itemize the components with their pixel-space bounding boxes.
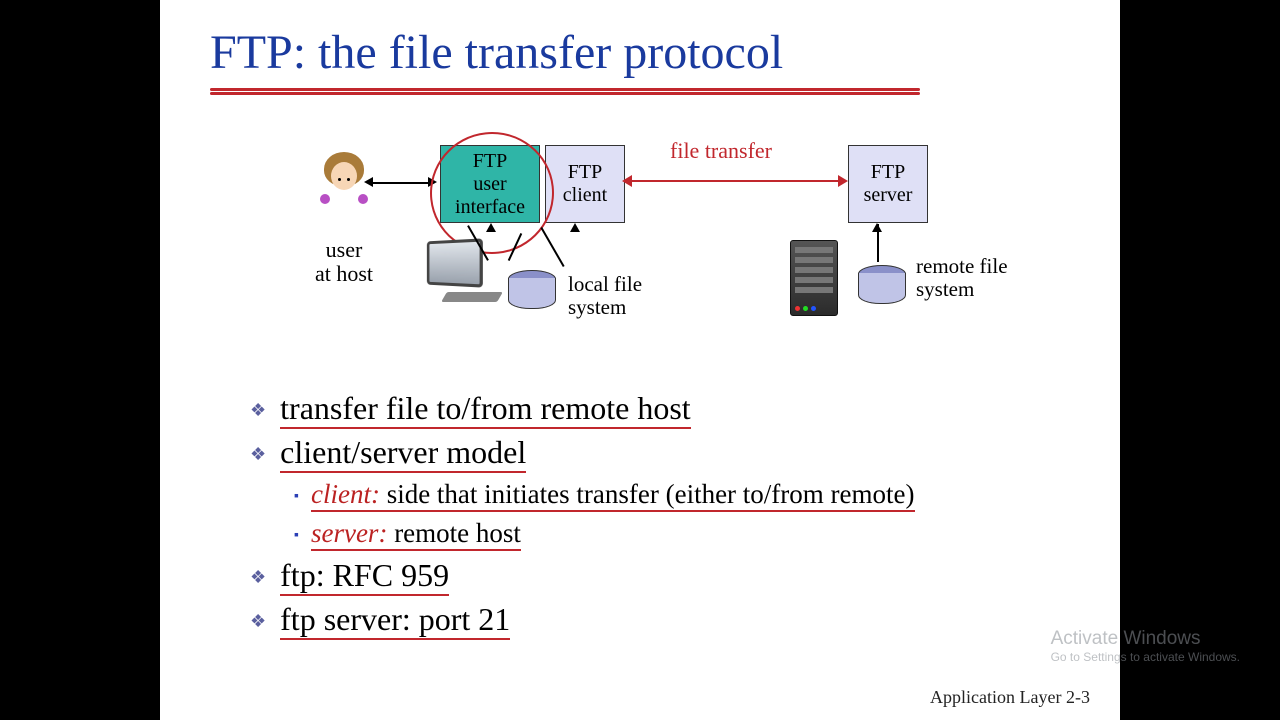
bullet-text: ftp: RFC 959: [280, 557, 449, 593]
arrowhead-icon: [838, 175, 848, 187]
connector-line: [540, 227, 564, 267]
slide: FTP: the file transfer protocol user at …: [160, 0, 1120, 720]
file-transfer-label: file transfer: [670, 138, 772, 164]
slide-footer: Application Layer 2-3: [930, 687, 1090, 708]
arrowhead-icon: [364, 177, 373, 187]
local-fs-label: local file system: [568, 273, 642, 319]
cylinder-local-fs-icon: [508, 270, 554, 310]
computer-icon: [410, 240, 500, 302]
bullet-text: ftp server: port 21: [280, 601, 510, 637]
ftp-server-box: FTP server: [848, 145, 928, 223]
arrow-file-transfer: [630, 180, 840, 182]
ftp-client-box: FTP client: [545, 145, 625, 223]
arrowhead-icon: [486, 223, 496, 232]
bullet-marker-icon: ❖: [250, 611, 266, 632]
server-rack-icon: [790, 240, 838, 316]
user-label: user at host: [294, 238, 394, 286]
bullet-list: ❖ transfer file to/from remote host ❖ cl…: [250, 388, 1080, 643]
cylinder-remote-fs-icon: [858, 265, 904, 305]
sub-bullet-item: ▪ client: side that initiates transfer (…: [294, 477, 1080, 512]
bullet-item: ❖ ftp: RFC 959: [250, 555, 1080, 597]
title-underline-annotation: [210, 88, 920, 94]
watermark-subtitle: Go to Settings to activate Windows.: [1051, 650, 1240, 664]
windows-activation-watermark: Activate Windows Go to Settings to activ…: [1051, 628, 1240, 664]
arrow-user-ui: [372, 182, 430, 184]
arrowhead-icon: [622, 175, 632, 187]
bullet-marker-icon: ❖: [250, 400, 266, 421]
watermark-title: Activate Windows: [1051, 628, 1240, 650]
user-icon: [316, 150, 370, 214]
ftp-diagram: user at host FTP user interface FTP clie…: [280, 130, 1040, 340]
arrowhead-icon: [872, 223, 882, 232]
stage: FTP: the file transfer protocol user at …: [0, 0, 1280, 720]
bullet-item: ❖ ftp server: port 21: [250, 599, 1080, 641]
bullet-text: client/server model: [280, 434, 526, 470]
arrowhead-icon: [570, 223, 580, 232]
bullet-item: ❖ transfer file to/from remote host: [250, 388, 1080, 430]
sub-bullet-item: ▪ server: remote host: [294, 516, 1080, 551]
slide-title: FTP: the file transfer protocol: [210, 25, 783, 80]
bullet-marker-icon: ▪: [294, 528, 299, 544]
bullet-marker-icon: ❖: [250, 567, 266, 588]
remote-fs-label: remote file system: [916, 255, 1008, 301]
bullet-text: client: side that initiates transfer (ei…: [311, 477, 915, 512]
bullet-marker-icon: ▪: [294, 489, 299, 505]
bullet-marker-icon: ❖: [250, 444, 266, 465]
bullet-text: server: remote host: [311, 516, 521, 551]
bullet-item: ❖ client/server model: [250, 432, 1080, 474]
bullet-text: transfer file to/from remote host: [280, 390, 691, 426]
